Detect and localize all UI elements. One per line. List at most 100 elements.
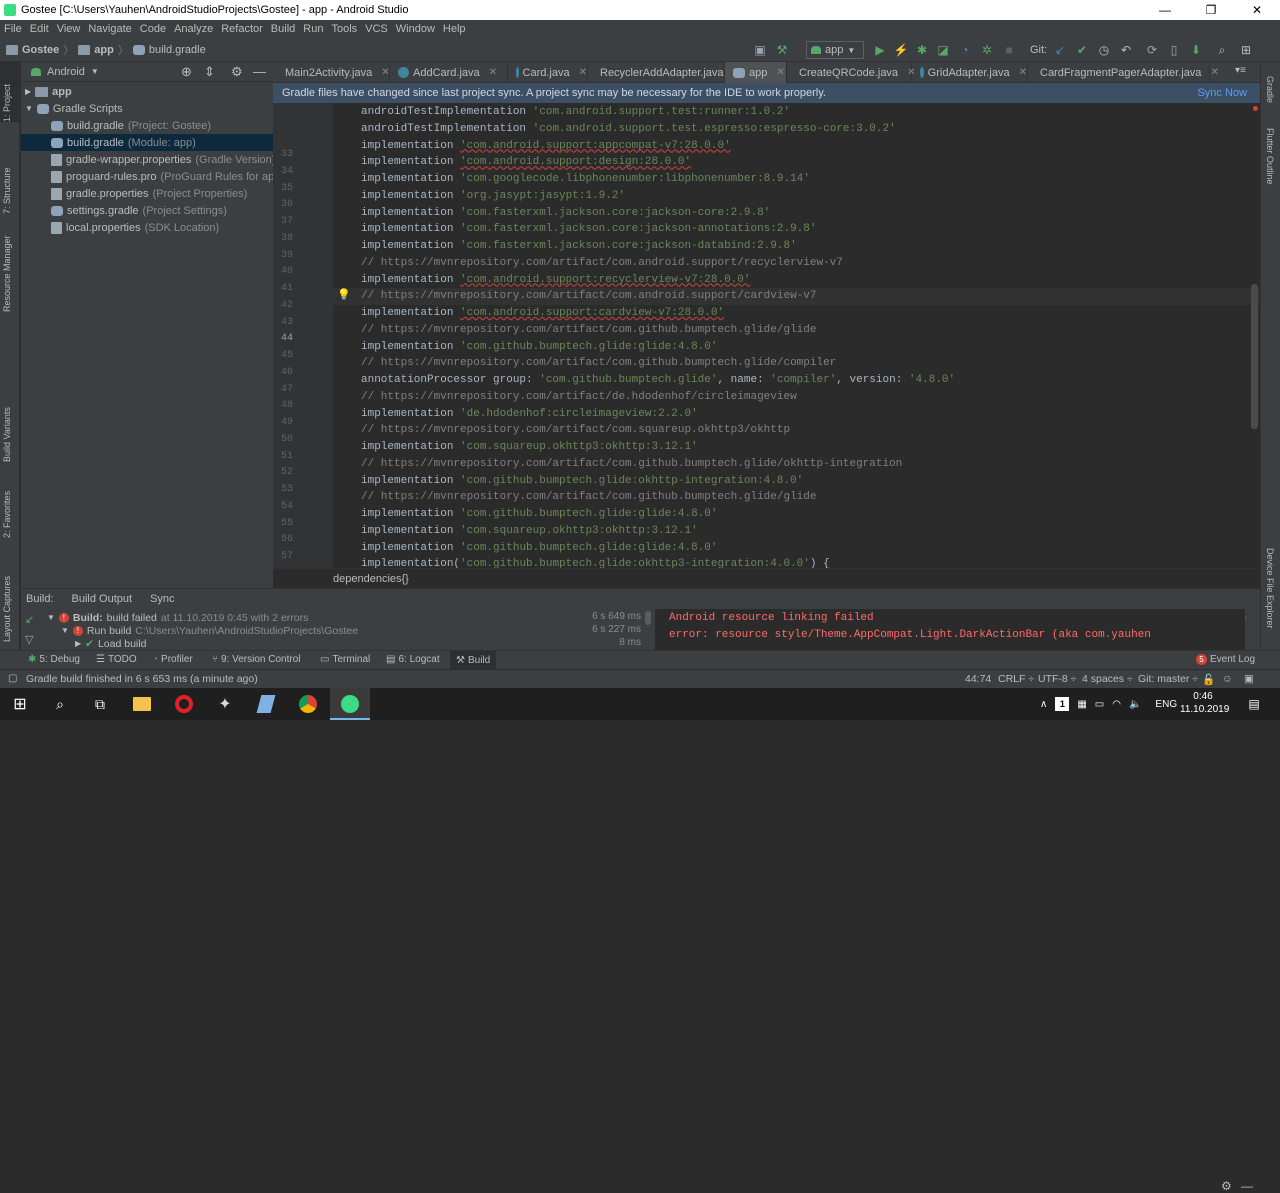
- scroll-up-icon[interactable]: ↑: [1243, 613, 1248, 624]
- event-log[interactable]: 5 Event Log: [1196, 654, 1255, 665]
- hide-panel-icon[interactable]: —: [1241, 1179, 1253, 1193]
- collapse-all-icon[interactable]: ⇕: [204, 64, 215, 80]
- sdk-manager-icon[interactable]: ⬇: [1188, 42, 1204, 58]
- breadcrumb-file[interactable]: build.gradle: [149, 44, 206, 56]
- line-separator[interactable]: CRLF ÷: [998, 673, 1034, 685]
- menu-build[interactable]: Build: [267, 23, 299, 35]
- tab-app[interactable]: app ✕: [725, 62, 787, 83]
- android-studio-taskbar-icon[interactable]: [338, 692, 362, 716]
- tab-recycleraddadapter[interactable]: RecyclerAddAdapter.java✕: [588, 62, 741, 83]
- app-icon[interactable]: ✦: [213, 692, 237, 716]
- breadcrumb-project[interactable]: Gostee: [22, 44, 59, 56]
- git-update-icon[interactable]: ↙: [1052, 42, 1068, 58]
- tree-item-build-gradle-module[interactable]: build.gradle (Module: app): [21, 134, 273, 151]
- close-icon[interactable]: ✕: [1019, 67, 1027, 78]
- tool-tab-structure[interactable]: 7: Structure: [2, 144, 12, 214]
- windows-start-icon[interactable]: ⊞: [8, 692, 32, 716]
- tool-tab-favorites[interactable]: 2: Favorites: [2, 478, 12, 538]
- maximize-button[interactable]: ❐: [1188, 0, 1234, 20]
- tool-window-debug[interactable]: ✱ 5: Debug: [28, 654, 80, 665]
- inspection-icon[interactable]: ☺: [1222, 673, 1233, 685]
- notes-app-icon[interactable]: [254, 692, 278, 716]
- opera-icon[interactable]: [172, 692, 196, 716]
- tab-main2activity[interactable]: Main2Activity.java ✕: [273, 62, 390, 83]
- clock[interactable]: 0:46 11.10.2019: [1180, 690, 1229, 716]
- indent-setting[interactable]: 4 spaces ÷: [1082, 673, 1133, 685]
- tab-addcard[interactable]: AddCard.java ✕: [390, 62, 508, 83]
- menu-code[interactable]: Code: [136, 23, 170, 35]
- menu-run[interactable]: Run: [299, 23, 327, 35]
- close-button[interactable]: ✕: [1234, 0, 1280, 20]
- tab-sync[interactable]: Sync: [150, 593, 174, 605]
- project-view-selector[interactable]: Android: [47, 66, 85, 78]
- scope-breadcrumb-label[interactable]: dependencies{}: [333, 573, 409, 585]
- gear-icon[interactable]: ⚙: [231, 64, 243, 80]
- error-indicator-icon[interactable]: [1253, 106, 1258, 111]
- sync-project-icon[interactable]: ⟳: [1144, 42, 1160, 58]
- menu-refactor[interactable]: Refactor: [217, 23, 267, 35]
- tool-tab-flutter-outline[interactable]: Flutter Outline: [1265, 128, 1275, 208]
- battery-icon[interactable]: ▭: [1095, 699, 1104, 710]
- breadcrumb-module[interactable]: app: [94, 44, 114, 56]
- tool-tab-project[interactable]: 1: Project: [2, 68, 12, 122]
- hide-panel-icon[interactable]: —: [253, 64, 266, 79]
- run-icon[interactable]: ▶: [872, 42, 888, 58]
- wifi-icon[interactable]: ◠: [1112, 699, 1121, 710]
- close-icon[interactable]: ✕: [489, 67, 497, 78]
- chrome-icon[interactable]: [296, 692, 320, 716]
- tree-item-build-gradle-project[interactable]: build.gradle (Project: Gostee): [51, 117, 211, 134]
- account-icon[interactable]: ⊞: [1238, 42, 1254, 58]
- tray-app-icon[interactable]: ▦: [1077, 699, 1086, 710]
- volume-icon[interactable]: 🔈: [1129, 699, 1141, 710]
- memory-indicator-icon[interactable]: ▣: [1244, 673, 1254, 685]
- lock-icon[interactable]: 🔓: [1202, 673, 1215, 686]
- menu-window[interactable]: Window: [392, 23, 439, 35]
- tray-badge[interactable]: 1: [1055, 697, 1070, 711]
- tree-item-settings-gradle[interactable]: settings.gradle (Project Settings): [51, 202, 227, 219]
- caret-position[interactable]: 44:74: [965, 673, 991, 685]
- avd-manager-icon[interactable]: ▯: [1166, 42, 1182, 58]
- tool-tab-resource-manager[interactable]: Resource Manager: [2, 222, 12, 312]
- apply-changes-icon[interactable]: ⚡: [893, 42, 909, 58]
- tool-window-logcat[interactable]: ▤ 6: Logcat: [386, 654, 440, 665]
- chevron-down-icon[interactable]: ▼: [91, 67, 99, 76]
- menu-navigate[interactable]: Navigate: [84, 23, 135, 35]
- menu-analyze[interactable]: Analyze: [170, 23, 217, 35]
- tree-item-proguard[interactable]: proguard-rules.pro (ProGuard Rules for a…: [51, 168, 284, 185]
- locate-file-icon[interactable]: ⊕: [181, 64, 192, 80]
- tree-item-gradle-properties[interactable]: gradle.properties (Project Properties): [51, 185, 247, 202]
- tree-item-app[interactable]: ▶ app: [25, 83, 72, 100]
- sync-now-link[interactable]: Sync Now: [1197, 87, 1247, 99]
- close-icon[interactable]: ✕: [776, 67, 784, 78]
- intention-bulb-icon[interactable]: 💡: [337, 288, 351, 301]
- close-icon[interactable]: ✕: [579, 67, 587, 78]
- tab-cardfragmentpageradapter[interactable]: CardFragmentPagerAdapter.java ✕: [1028, 62, 1219, 83]
- tab-card[interactable]: Card.java ✕: [508, 62, 588, 83]
- notification-center-icon[interactable]: ▤: [1242, 692, 1266, 716]
- run-with-coverage-icon[interactable]: ◪: [935, 42, 951, 58]
- build-row-run-build[interactable]: ▼ ! Run build C:\Users\Yauhen\AndroidStu…: [61, 624, 358, 637]
- input-language[interactable]: ENG: [1155, 699, 1177, 710]
- git-branch[interactable]: Git: master ÷: [1138, 673, 1198, 685]
- search-icon[interactable]: ⌕: [48, 692, 72, 716]
- toggle-tool-windows-icon[interactable]: ▢: [8, 673, 17, 684]
- tool-tab-build-variants[interactable]: Build Variants: [2, 392, 12, 462]
- tool-window-build[interactable]: ⚒ Build: [450, 651, 497, 669]
- tool-window-profiler[interactable]: ◔ Profiler: [152, 654, 193, 665]
- tab-createqrcode[interactable]: CreateQRCode.java ✕: [787, 62, 915, 83]
- tab-overflow-icon[interactable]: ▾≡: [1235, 65, 1246, 76]
- close-icon[interactable]: ✕: [1210, 67, 1218, 78]
- make-project-icon[interactable]: ⚒: [774, 42, 790, 58]
- profile-icon[interactable]: ◔: [957, 42, 973, 58]
- tool-tab-layout-captures[interactable]: Layout Captures: [2, 562, 12, 642]
- build-console[interactable]: Android resource linking failed error: r…: [655, 609, 1245, 651]
- debug-icon[interactable]: ✱: [914, 42, 930, 58]
- minimize-button[interactable]: —: [1142, 0, 1188, 20]
- build-row-load-build[interactable]: ▶ ✔ Load build: [75, 637, 146, 650]
- menu-help[interactable]: Help: [439, 23, 470, 35]
- task-view-icon[interactable]: ⧉: [88, 692, 112, 716]
- menu-view[interactable]: View: [53, 23, 85, 35]
- project-structure-icon[interactable]: ▣: [752, 42, 768, 58]
- editor-scrollbar[interactable]: [1251, 284, 1258, 429]
- menu-edit[interactable]: Edit: [26, 23, 53, 35]
